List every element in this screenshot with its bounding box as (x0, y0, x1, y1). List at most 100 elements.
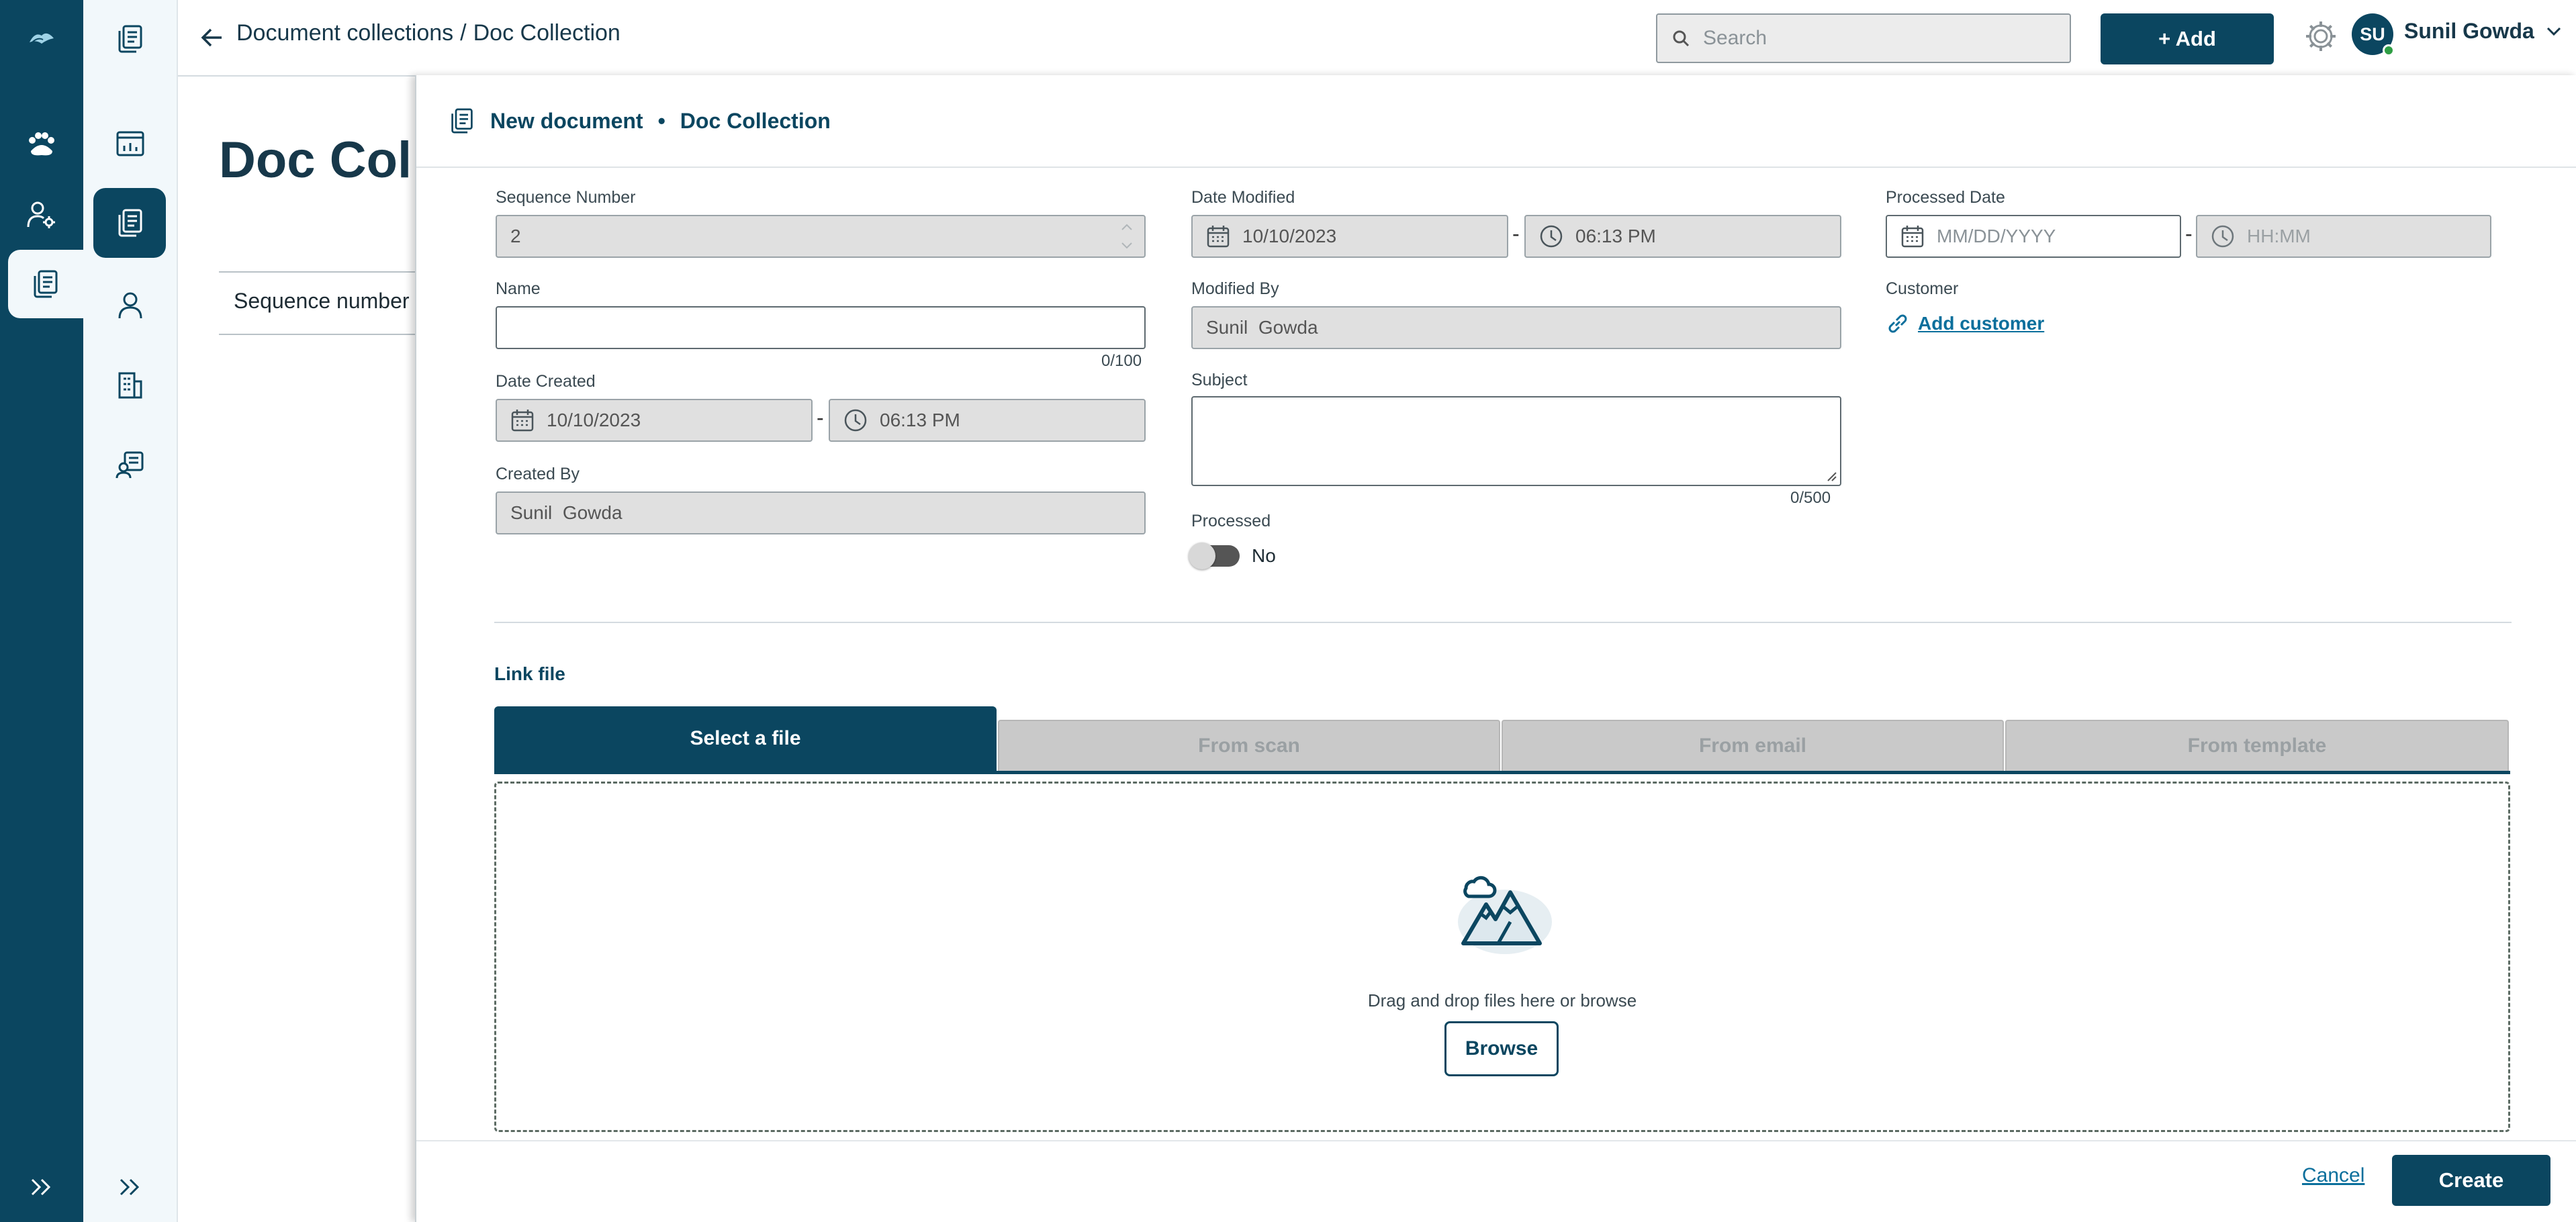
cancel-link[interactable]: Cancel (2302, 1164, 2364, 1187)
arrow-left-icon[interactable] (200, 26, 224, 50)
panel-header: New document • Doc Collection (416, 75, 2576, 168)
contact-card-icon[interactable] (110, 447, 150, 482)
processed-time-placeholder: HH:MM (2247, 226, 2311, 246)
logo-icon[interactable] (20, 24, 63, 51)
panel-title: New document • Doc Collection (450, 107, 831, 134)
date-created-time: 06:13 PM (880, 410, 960, 430)
building-icon[interactable] (110, 368, 150, 403)
modified-by-field: Sunil Gowda (1191, 306, 1841, 349)
range-dash: - (817, 406, 824, 430)
created-by-label: Created By (496, 465, 580, 483)
add-customer-label[interactable]: Add customer (1918, 313, 2044, 334)
date-created-date: 10/10/2023 (547, 410, 641, 430)
modified-by-label: Modified By (1191, 279, 1279, 298)
documents-icon[interactable] (27, 267, 64, 301)
tab-select-a-file[interactable]: Select a file (494, 706, 997, 771)
browse-button[interactable]: Browse (1444, 1021, 1559, 1076)
date-modified-date-field[interactable]: 10/10/2023 (1191, 215, 1508, 258)
subject-counter: 0/500 (1790, 489, 1831, 507)
processed-date-label: Processed Date (1886, 188, 2005, 207)
clock-icon (843, 408, 868, 432)
sequence-number-label: Sequence Number (496, 188, 636, 207)
stepper-icon[interactable] (1120, 222, 1134, 251)
resize-handle-icon[interactable] (1825, 470, 1837, 482)
processed-label: Processed (1191, 512, 1271, 530)
clock-icon (2211, 224, 2235, 248)
secondary-rail (83, 0, 178, 1222)
date-modified-date: 10/10/2023 (1242, 226, 1337, 246)
expand-icon[interactable] (110, 1171, 150, 1203)
link-file-tabs: Select a file From scan From email From … (494, 706, 2510, 774)
panel-title-text: New document (490, 108, 643, 133)
pets-icon[interactable] (20, 128, 63, 161)
chevron-down-icon (2546, 27, 2561, 36)
name-label: Name (496, 279, 541, 298)
search-icon (1672, 30, 1690, 47)
tab-from-scan[interactable]: From scan (998, 720, 1500, 771)
document-icon (450, 107, 474, 134)
dropzone-text: Drag and drop files here or browse (1367, 990, 1637, 1010)
add-button[interactable]: + Add (2101, 13, 2274, 64)
link-file-title: Link file (494, 663, 565, 684)
gear-icon[interactable] (2302, 17, 2340, 55)
date-created-time-field[interactable]: 06:13 PM (829, 399, 1146, 442)
modified-by-value: Sunil Gowda (1206, 317, 1318, 338)
clock-icon (1539, 224, 1563, 248)
panel-subtitle: Doc Collection (680, 108, 831, 133)
tab-from-email[interactable]: From email (1502, 720, 2004, 771)
user-menu[interactable]: Sunil Gowda (2404, 19, 2561, 44)
range-dash: - (2185, 222, 2193, 246)
sequence-number-value: 2 (510, 226, 521, 246)
calendar-icon (1206, 224, 1230, 248)
date-modified-time-field[interactable]: 06:13 PM (1524, 215, 1841, 258)
breadcrumb-current: Doc Collection (473, 20, 620, 46)
name-field[interactable] (496, 306, 1146, 349)
processed-date-placeholder: MM/DD/YYYY (1937, 226, 2056, 246)
title-bullet: • (657, 108, 665, 133)
avatar[interactable]: SU (2352, 13, 2395, 56)
breadcrumb-parent[interactable]: Document collections (236, 20, 453, 46)
breadcrumb-separator: / (460, 20, 467, 46)
processed-toggle[interactable] (1189, 543, 1240, 569)
person-icon[interactable] (110, 287, 150, 322)
subject-textarea[interactable] (1191, 396, 1841, 486)
section-divider (494, 622, 2512, 623)
processed-time-field[interactable]: HH:MM (2196, 215, 2491, 258)
range-dash: - (1512, 222, 1520, 246)
date-created-date-field[interactable]: 10/10/2023 (496, 399, 813, 442)
created-by-value: Sunil Gowda (510, 502, 623, 523)
processed-date-field[interactable]: MM/DD/YYYY (1886, 215, 2181, 258)
new-document-panel: New document • Doc Collection Sequence N… (415, 75, 2576, 1222)
date-created-label: Date Created (496, 372, 596, 391)
expand-icon[interactable] (20, 1171, 63, 1203)
user-name: Sunil Gowda (2404, 19, 2534, 43)
sequence-number-field[interactable]: 2 (496, 215, 1146, 258)
calendar-icon[interactable] (1900, 224, 1925, 248)
created-by-field: Sunil Gowda (496, 491, 1146, 534)
tab-from-template[interactable]: From template (2005, 720, 2509, 771)
subject-label: Subject (1191, 371, 1248, 389)
date-modified-label: Date Modified (1191, 188, 1295, 207)
toggle-knob (1189, 543, 1215, 569)
add-customer-link[interactable]: Add customer (1886, 312, 2044, 336)
date-modified-time: 06:13 PM (1575, 226, 1656, 246)
processed-value: No (1252, 545, 1276, 566)
search-box[interactable] (1656, 13, 2071, 63)
report-icon[interactable] (110, 126, 150, 161)
divider (219, 334, 420, 335)
divider (219, 271, 420, 273)
online-status-icon (2383, 44, 2395, 56)
image-upload-icon (1448, 865, 1556, 957)
name-counter: 0/100 (1101, 352, 1142, 370)
documents-icon[interactable] (110, 21, 150, 56)
document-collection-icon[interactable] (110, 205, 150, 240)
avatar-initials: SU (2360, 23, 2385, 44)
search-input[interactable] (1702, 26, 2054, 50)
primary-rail (0, 0, 83, 1222)
calendar-icon (510, 408, 535, 432)
file-dropzone[interactable]: Drag and drop files here or browse Brows… (494, 782, 2510, 1132)
table-column-header[interactable]: Sequence number (234, 289, 410, 314)
user-settings-icon[interactable] (20, 196, 63, 234)
breadcrumb: Document collections / Doc Collection (236, 20, 620, 46)
create-button[interactable]: Create (2392, 1155, 2550, 1206)
